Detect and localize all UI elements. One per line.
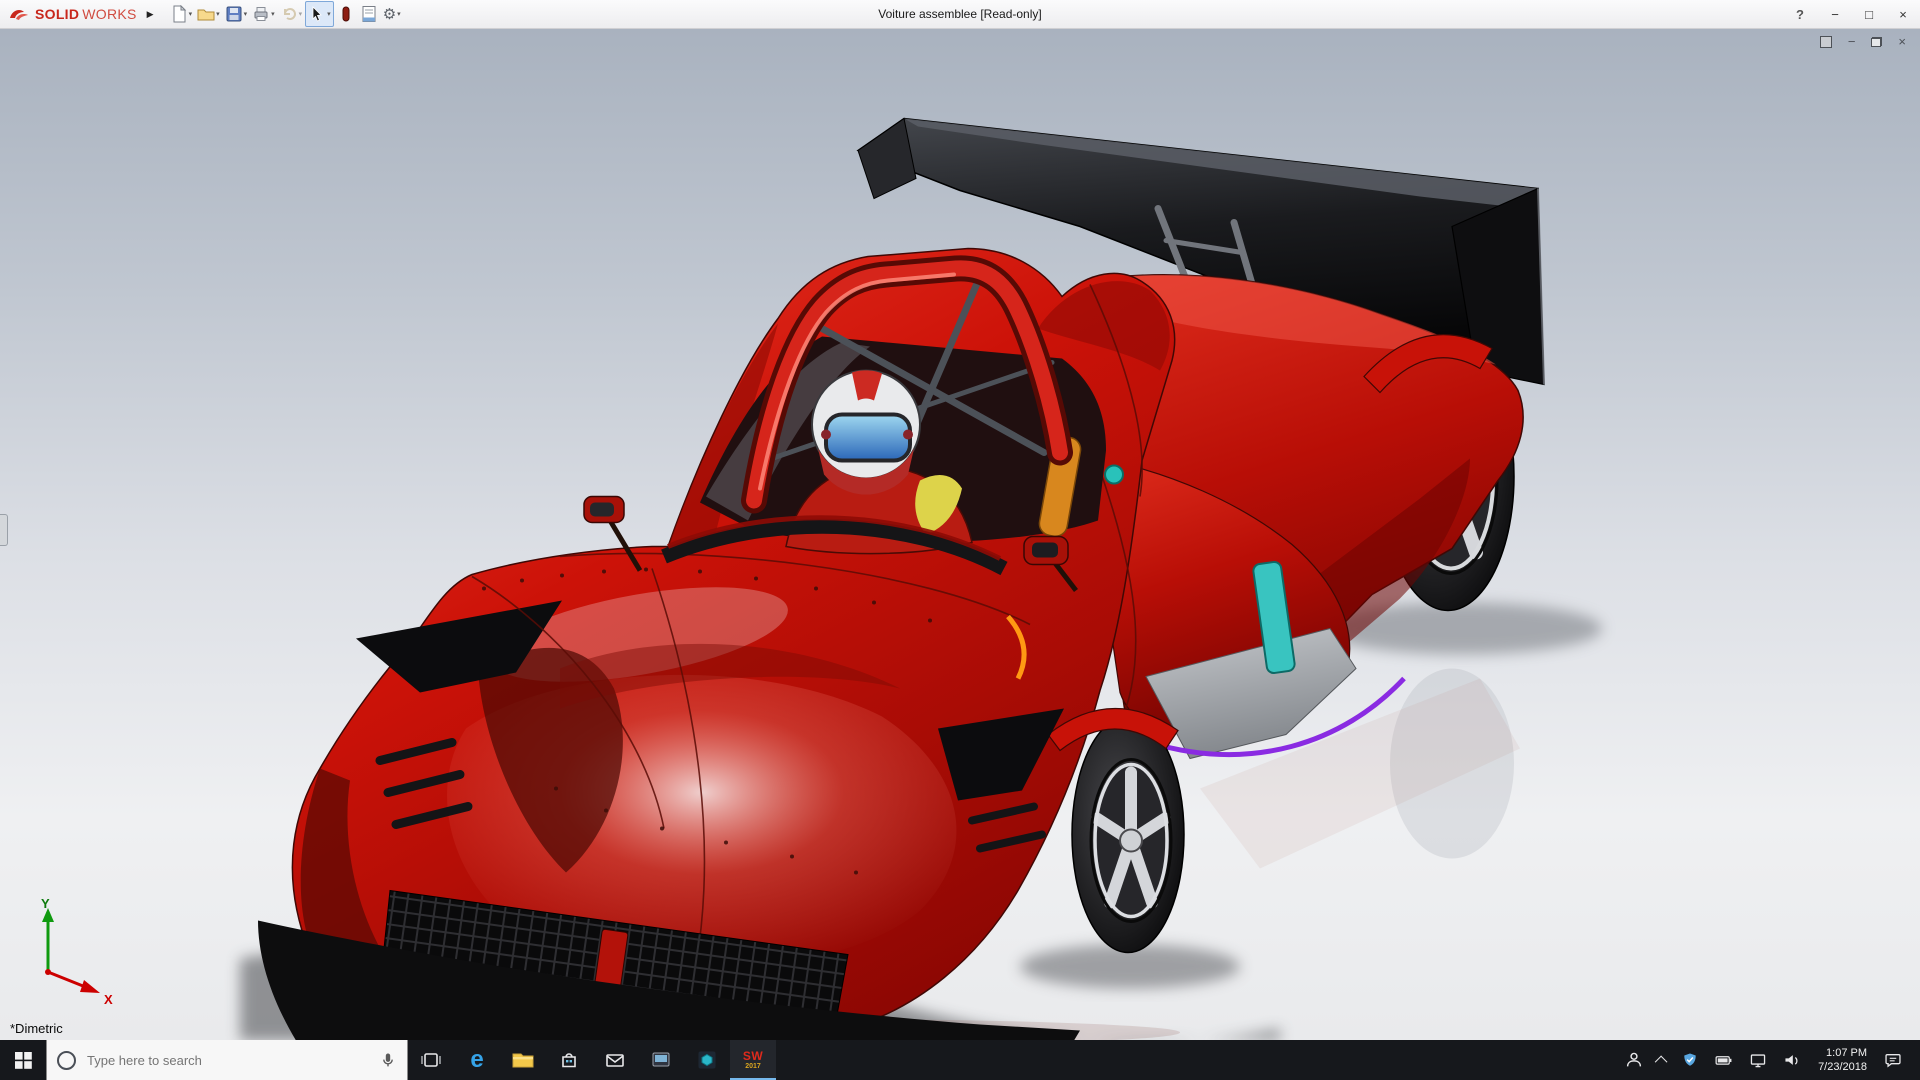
graphics-viewport[interactable]: − × (0, 29, 1920, 1040)
solidworks-logo[interactable]: SOLIDWORKS (0, 6, 143, 22)
maximize-button[interactable]: □ (1852, 0, 1886, 28)
chevron-up-icon (1655, 1055, 1668, 1068)
edge-icon: e (470, 1048, 483, 1072)
orientation-triad: Y X (16, 896, 126, 1006)
help-button[interactable]: ? (1782, 7, 1818, 22)
taskbar-app-3d[interactable] (684, 1040, 730, 1080)
axis-x-label: X (104, 992, 113, 1006)
action-center-icon (1883, 1051, 1903, 1069)
taskbar-app-edge[interactable]: e (454, 1040, 500, 1080)
ds-swirl-icon (8, 6, 32, 22)
doc-pin-icon[interactable] (1820, 36, 1832, 48)
new-document-icon (170, 5, 188, 23)
taskbar: e (0, 1040, 1920, 1080)
task-view-icon (420, 1049, 442, 1071)
taskbar-app-solidworks[interactable]: SW 2017 (730, 1040, 776, 1080)
select-tool-button[interactable]: ▾ (305, 1, 334, 27)
open-button[interactable]: ▾ (195, 2, 222, 26)
print-icon (252, 5, 270, 23)
select-arrow-icon (308, 5, 326, 23)
network-button[interactable] (1742, 1040, 1774, 1080)
people-icon (1624, 1050, 1644, 1070)
doc-restore-button[interactable] (1871, 37, 1882, 47)
taskbar-app-window[interactable] (638, 1040, 684, 1080)
dropdown-icon[interactable]: ▾ (271, 10, 275, 18)
driver-helmet[interactable] (812, 370, 920, 494)
red-capsule-icon (337, 5, 355, 23)
window-controls: ? − □ × (1782, 0, 1920, 28)
tray-clock[interactable]: 1:07 PM 7/23/2018 (1810, 1046, 1875, 1074)
document-color-button[interactable] (335, 2, 357, 26)
taskbar-search[interactable] (46, 1040, 408, 1080)
file-explorer-icon (511, 1049, 535, 1071)
taskbar-app-file-explorer[interactable] (500, 1040, 546, 1080)
speaker-icon (1782, 1051, 1802, 1069)
sheet-icon (360, 5, 378, 23)
app-window-icon (650, 1049, 672, 1071)
action-center-button[interactable] (1877, 1040, 1909, 1080)
axis-y-label: Y (41, 896, 50, 911)
windows-logo-icon (15, 1052, 32, 1069)
quick-access-toolbar: ▾ ▾ ▾ (162, 1, 403, 27)
system-tray: 1:07 PM 7/23/2018 (1618, 1040, 1920, 1080)
print-button[interactable]: ▾ (250, 2, 277, 26)
dropdown-icon[interactable]: ▾ (299, 10, 303, 18)
save-button[interactable]: ▾ (223, 2, 250, 26)
people-button[interactable] (1618, 1040, 1650, 1080)
front-wheel[interactable] (1072, 717, 1184, 953)
store-icon (558, 1049, 580, 1071)
cortana-icon (57, 1051, 76, 1070)
brand-solid: SOLID (35, 6, 79, 22)
search-input[interactable] (85, 1052, 370, 1069)
close-button[interactable]: × (1886, 0, 1920, 28)
battery-icon (1713, 1051, 1734, 1069)
gear-icon: ⚙ (383, 7, 396, 22)
minimize-button[interactable]: − (1818, 0, 1852, 28)
tray-time: 1:07 PM (1826, 1046, 1867, 1060)
solidworks-2017-icon: SW 2017 (743, 1050, 763, 1070)
sheet-properties-button[interactable] (358, 2, 380, 26)
taskbar-app-store[interactable] (546, 1040, 592, 1080)
app-3d-cube-icon (696, 1049, 718, 1071)
volume-button[interactable] (1776, 1040, 1808, 1080)
mail-icon (604, 1049, 626, 1071)
shield-icon (1681, 1051, 1699, 1069)
options-button[interactable]: ⚙ ▾ (381, 2, 403, 26)
cockpit-detail-teal (1105, 466, 1123, 484)
undo-icon (280, 5, 298, 23)
save-icon (225, 5, 243, 23)
titlebar: SOLIDWORKS ▶ ▾ ▾ (0, 0, 1920, 29)
brand-works: WORKS (82, 6, 136, 22)
dropdown-icon[interactable]: ▾ (327, 10, 331, 18)
start-button[interactable] (0, 1040, 46, 1080)
dropdown-icon[interactable]: ▾ (189, 10, 193, 18)
dropdown-icon[interactable]: ▾ (216, 10, 220, 18)
dropdown-icon[interactable]: ▾ (244, 10, 248, 18)
screen: SOLIDWORKS ▶ ▾ ▾ (0, 0, 1920, 1080)
undo-button[interactable]: ▾ (278, 2, 305, 26)
menu-expander-icon[interactable]: ▶ (143, 9, 162, 20)
network-icon (1748, 1051, 1768, 1069)
model-canvas[interactable] (0, 29, 1920, 1040)
doc-minimize-button[interactable]: − (1848, 35, 1856, 48)
view-orientation-label: *Dimetric (10, 1021, 63, 1036)
doc-close-button[interactable]: × (1898, 35, 1906, 48)
battery-button[interactable] (1707, 1040, 1740, 1080)
document-window-controls: − × (1820, 35, 1906, 48)
taskbar-app-mail[interactable] (592, 1040, 638, 1080)
open-folder-icon (197, 5, 215, 23)
tray-overflow-button[interactable] (1652, 1040, 1673, 1080)
microphone-icon[interactable] (379, 1051, 397, 1069)
task-view-button[interactable] (408, 1040, 454, 1080)
dropdown-icon[interactable]: ▾ (397, 10, 401, 18)
new-document-button[interactable]: ▾ (168, 2, 195, 26)
security-shield-button[interactable] (1675, 1040, 1705, 1080)
tray-date: 7/23/2018 (1818, 1060, 1867, 1074)
